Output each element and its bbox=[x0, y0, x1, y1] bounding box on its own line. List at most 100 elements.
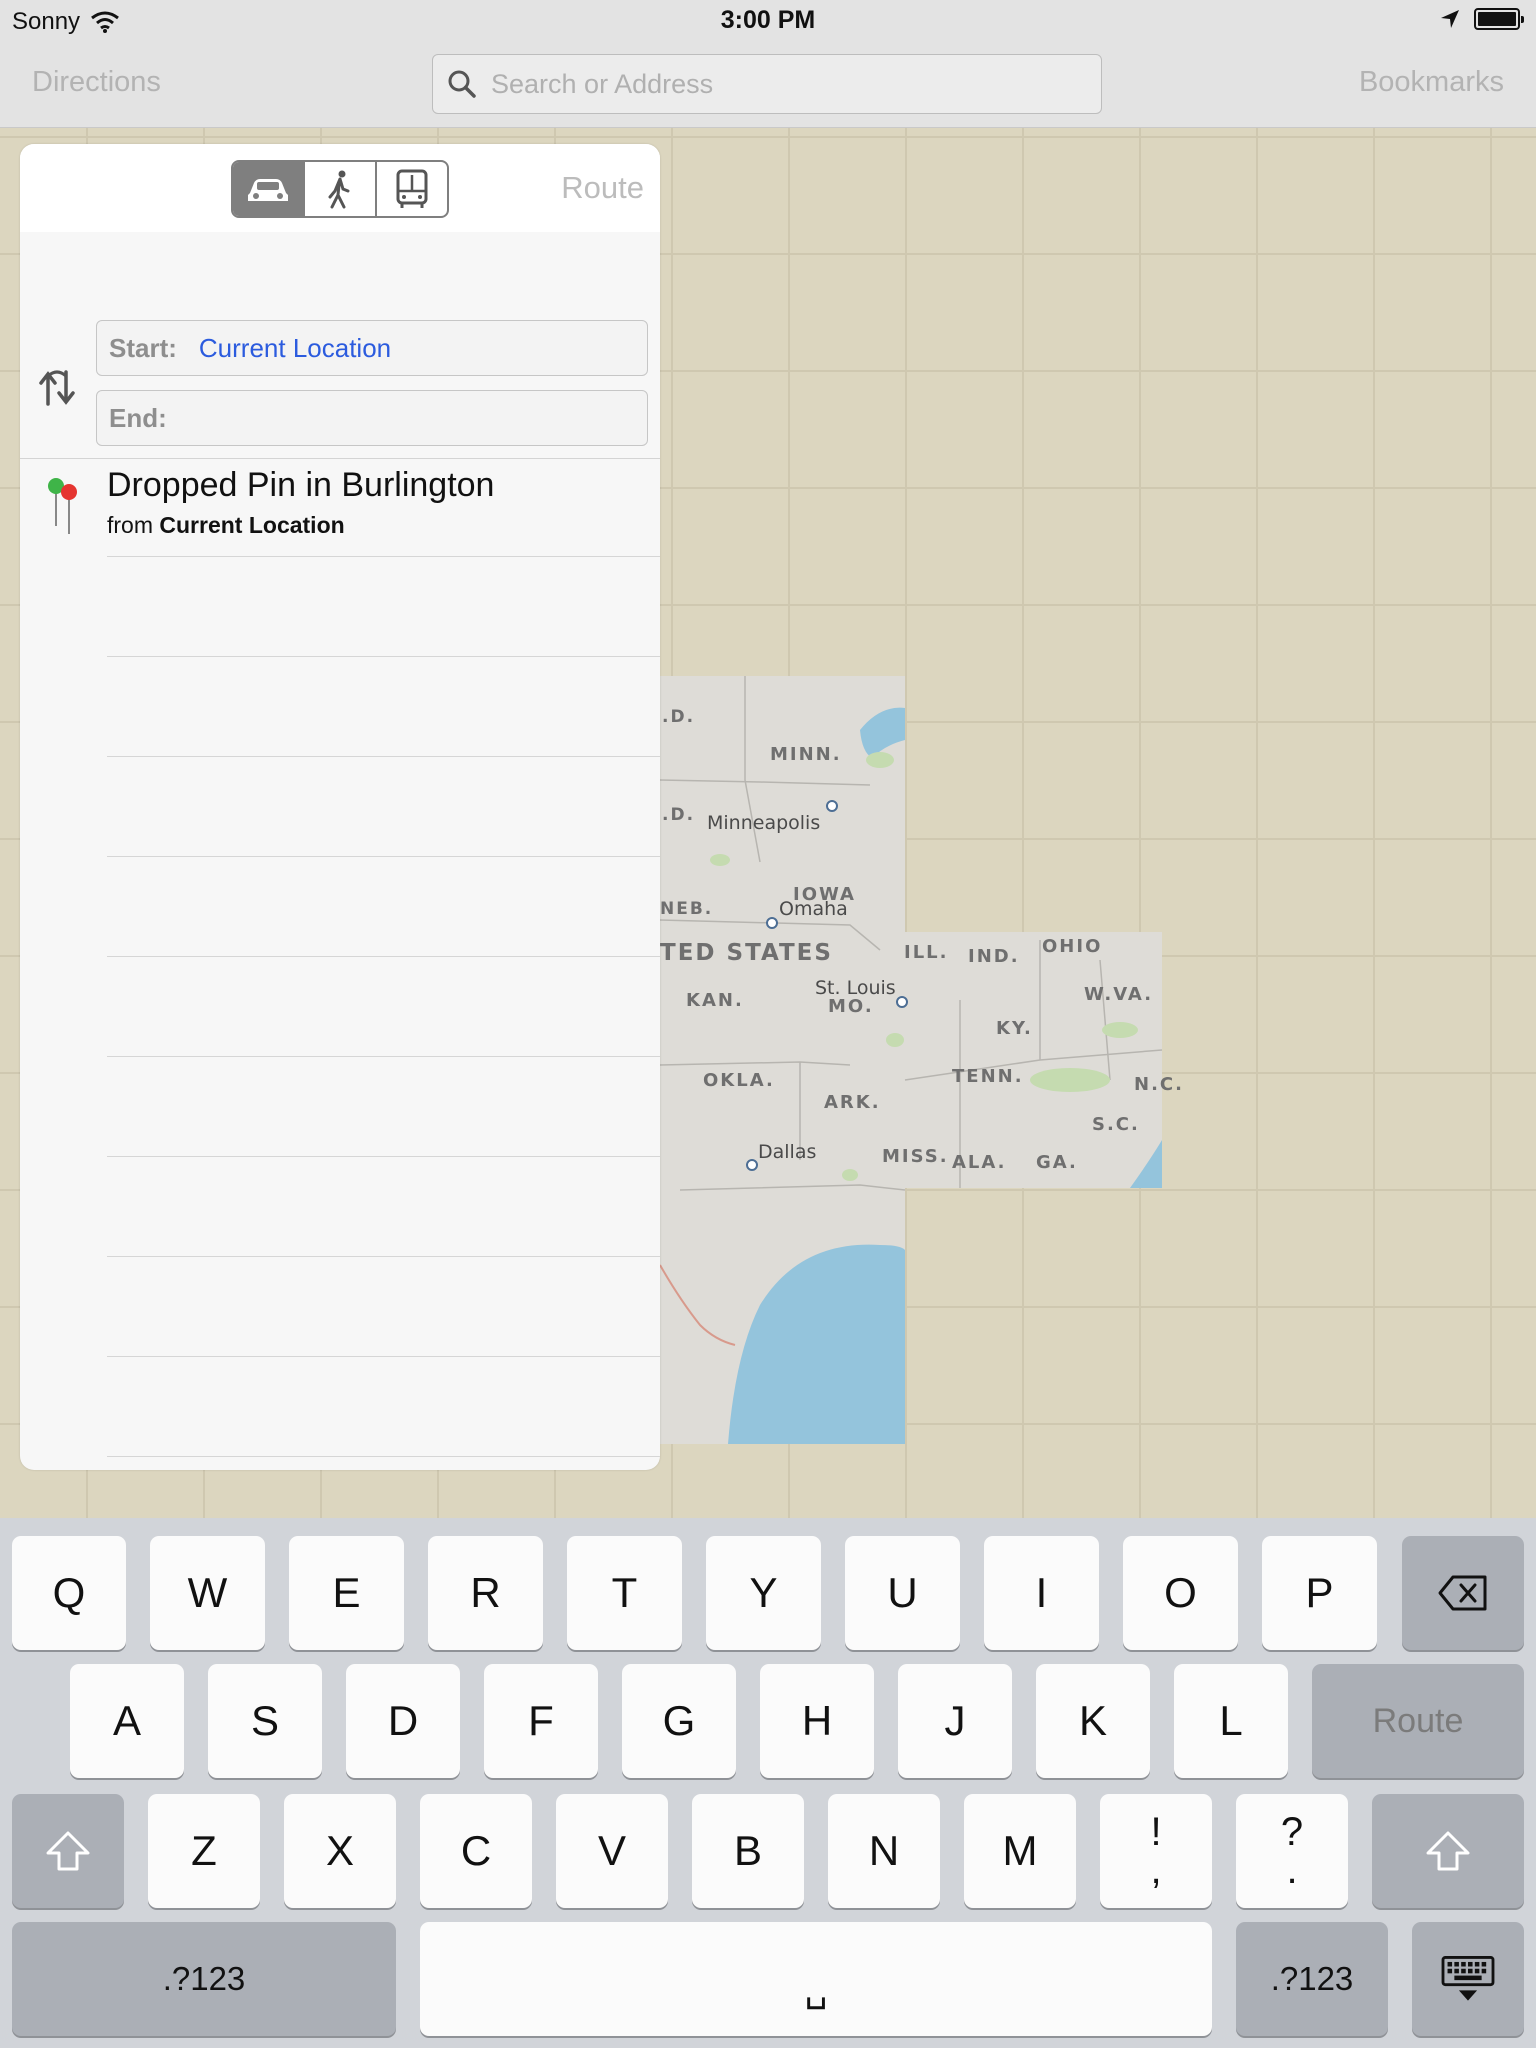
list-row-divider bbox=[107, 1056, 660, 1057]
key-c[interactable]: C bbox=[420, 1794, 532, 1908]
keyboard: Q W E R T Y U I O P A S D F G H J K L Ro… bbox=[0, 1518, 1536, 2048]
city-label-dallas: Dallas bbox=[758, 1141, 816, 1163]
key-r[interactable]: R bbox=[428, 1536, 543, 1650]
shift-key-right[interactable] bbox=[1372, 1794, 1524, 1908]
city-dot-st-louis bbox=[896, 996, 908, 1008]
key-p[interactable]: P bbox=[1262, 1536, 1377, 1650]
key-t[interactable]: T bbox=[567, 1536, 682, 1650]
key-exclaim-top: ! bbox=[1150, 1810, 1162, 1854]
list-row-divider bbox=[107, 1456, 660, 1457]
map-label-nc: N.C. bbox=[1134, 1074, 1184, 1095]
map-label-mo: MO. bbox=[828, 996, 874, 1017]
key-a[interactable]: A bbox=[70, 1664, 184, 1778]
location-arrow-icon bbox=[1441, 10, 1459, 28]
list-row-divider bbox=[107, 856, 660, 857]
map-label-united-states: TED STATES bbox=[660, 940, 833, 966]
directions-button[interactable]: Directions bbox=[32, 66, 161, 99]
map-label-ga: GA. bbox=[1036, 1152, 1078, 1173]
start-value: Current Location bbox=[198, 332, 392, 363]
key-period-bottom: . bbox=[1286, 1848, 1298, 1892]
key-x[interactable]: X bbox=[284, 1794, 396, 1908]
map-label-nd: .D. bbox=[662, 707, 695, 727]
transport-mode-control bbox=[231, 160, 449, 218]
key-z[interactable]: Z bbox=[148, 1794, 260, 1908]
backspace-key[interactable] bbox=[1402, 1536, 1524, 1650]
recent-result-sub-bold: Current Location bbox=[159, 512, 345, 538]
key-o[interactable]: O bbox=[1123, 1536, 1238, 1650]
key-w[interactable]: W bbox=[150, 1536, 265, 1650]
end-input[interactable] bbox=[176, 402, 557, 434]
key-s[interactable]: S bbox=[208, 1664, 322, 1778]
end-field[interactable]: End: bbox=[96, 390, 648, 446]
walk-mode-button[interactable] bbox=[305, 162, 377, 216]
search-icon bbox=[448, 70, 476, 98]
swap-icon[interactable] bbox=[36, 366, 80, 410]
map-label-ind: IND. bbox=[968, 946, 1020, 967]
transit-mode-button[interactable] bbox=[377, 162, 447, 216]
clock: 3:00 PM bbox=[720, 6, 816, 34]
key-j[interactable]: J bbox=[898, 1664, 1012, 1778]
numbers-key-left[interactable]: .?123 bbox=[12, 1922, 396, 2036]
key-question-top: ? bbox=[1280, 1810, 1304, 1854]
map-label-ohio: OHIO bbox=[1042, 936, 1102, 957]
map-label-sc: S.C. bbox=[1092, 1114, 1140, 1135]
list-row-divider bbox=[107, 1256, 660, 1257]
key-i[interactable]: I bbox=[984, 1536, 1099, 1650]
key-l[interactable]: L bbox=[1174, 1664, 1288, 1778]
shift-key-left[interactable] bbox=[12, 1794, 124, 1908]
city-dot-minneapolis bbox=[826, 800, 838, 812]
drive-mode-button[interactable] bbox=[233, 162, 305, 216]
city-label-minneapolis: Minneapolis bbox=[707, 812, 820, 834]
battery-icon bbox=[1474, 8, 1524, 30]
panel-header: Route bbox=[20, 144, 660, 232]
map-label-ill: ILL. bbox=[904, 942, 948, 963]
route-key[interactable]: Route bbox=[1312, 1664, 1524, 1778]
key-question-period[interactable]: ? . bbox=[1236, 1794, 1348, 1908]
key-n[interactable]: N bbox=[828, 1794, 940, 1908]
key-g[interactable]: G bbox=[622, 1664, 736, 1778]
city-dot-omaha bbox=[766, 917, 778, 929]
recent-result-title[interactable]: Dropped Pin in Burlington bbox=[107, 466, 494, 505]
key-v[interactable]: V bbox=[556, 1794, 668, 1908]
map-label-kan: KAN. bbox=[686, 990, 744, 1011]
hide-keyboard-key[interactable] bbox=[1412, 1922, 1524, 2036]
start-field[interactable]: Start: Current Location bbox=[96, 320, 648, 376]
key-h[interactable]: H bbox=[760, 1664, 874, 1778]
directions-panel: Route Start: Current Location End: Dropp… bbox=[20, 144, 660, 1470]
list-row-divider bbox=[107, 756, 660, 757]
key-e[interactable]: E bbox=[289, 1536, 404, 1650]
recent-result-sub-prefix: from bbox=[107, 512, 153, 538]
backspace-icon bbox=[1438, 1575, 1487, 1611]
key-u[interactable]: U bbox=[845, 1536, 960, 1650]
numbers-key-right[interactable]: .?123 bbox=[1236, 1922, 1388, 2036]
key-b[interactable]: B bbox=[692, 1794, 804, 1908]
list-row-divider bbox=[107, 1156, 660, 1157]
search-field[interactable]: Search or Address bbox=[432, 54, 1102, 114]
key-q[interactable]: Q bbox=[12, 1536, 126, 1650]
recent-result-subtitle: from Current Location bbox=[107, 512, 345, 539]
keyboard-dismiss-icon bbox=[1441, 1955, 1495, 2001]
shift-icon bbox=[1426, 1831, 1470, 1871]
key-y[interactable]: Y bbox=[706, 1536, 821, 1650]
key-m[interactable]: M bbox=[964, 1794, 1076, 1908]
key-d[interactable]: D bbox=[346, 1664, 460, 1778]
key-k[interactable]: K bbox=[1036, 1664, 1150, 1778]
map-label-ky: KY. bbox=[996, 1018, 1033, 1039]
status-right bbox=[1440, 8, 1524, 30]
key-f[interactable]: F bbox=[484, 1664, 598, 1778]
space-key[interactable]: ␣ bbox=[420, 1922, 1212, 2036]
key-exclaim-comma[interactable]: ! , bbox=[1100, 1794, 1212, 1908]
list-row-divider bbox=[107, 556, 660, 557]
route-button[interactable]: Route bbox=[561, 170, 644, 206]
bus-icon bbox=[396, 169, 428, 208]
status-bar: Sonny 3:00 PM bbox=[0, 0, 1536, 42]
map-label-ark: ARK. bbox=[824, 1092, 881, 1113]
map-label-tenn: TENN. bbox=[952, 1066, 1024, 1087]
bookmarks-button[interactable]: Bookmarks bbox=[1359, 66, 1504, 99]
start-label: Start: bbox=[109, 332, 177, 363]
city-dot-dallas bbox=[746, 1159, 758, 1171]
key-comma-bottom: , bbox=[1150, 1848, 1162, 1892]
search-placeholder: Search or Address bbox=[491, 68, 714, 99]
map-label-miss: MISS. bbox=[882, 1146, 949, 1167]
map-label-neb: NEB. bbox=[660, 899, 713, 919]
